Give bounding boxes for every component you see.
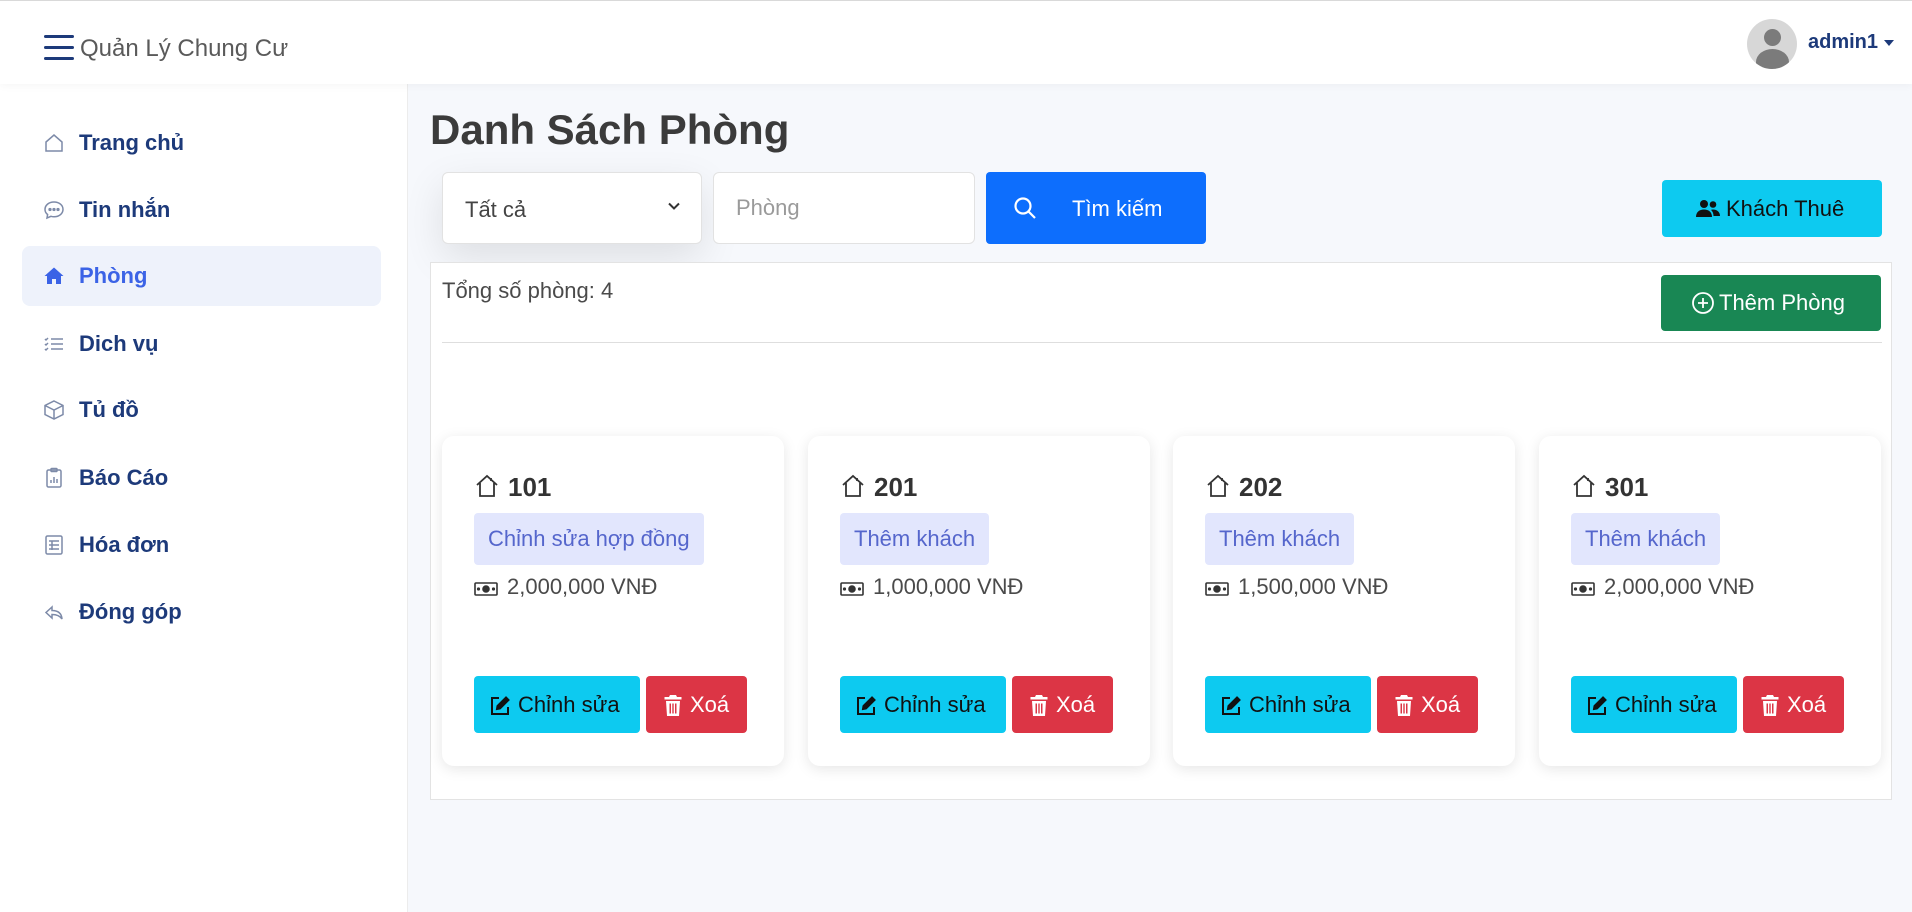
username-label: admin1 — [1808, 31, 1879, 53]
plus-circle-icon — [1692, 292, 1714, 314]
filter-selected-value: Tất cả — [465, 197, 527, 222]
sidebar-item-label: Tủ đồ — [79, 397, 139, 422]
edit-room-button[interactable]: Chỉnh sửa — [840, 676, 1006, 733]
chevron-down-icon — [668, 202, 680, 210]
avatar[interactable] — [1747, 19, 1797, 69]
search-button-label: Tìm kiếm — [1072, 196, 1163, 221]
chat-icon — [44, 201, 64, 220]
edit-icon — [1222, 696, 1241, 715]
sidebar-item-label: Đóng góp — [79, 599, 182, 624]
edit-icon — [857, 696, 876, 715]
room-number: 301 — [1605, 472, 1649, 502]
room-number: 202 — [1239, 472, 1283, 502]
tenants-button-label: Khách Thuê — [1726, 196, 1845, 221]
trash-icon — [1395, 695, 1413, 716]
cash-icon — [840, 582, 864, 596]
sidebar-item-services[interactable]: Dich vụ — [22, 314, 381, 374]
cash-icon — [1571, 582, 1595, 596]
room-number: 201 — [874, 472, 918, 502]
room-price: 1,000,000 VNĐ — [873, 574, 1024, 599]
home-icon — [1573, 474, 1595, 497]
caret-down-icon — [1884, 39, 1895, 46]
edit-button-label: Chỉnh sửa — [1249, 692, 1351, 717]
trash-icon — [664, 695, 682, 716]
delete-room-button[interactable]: Xoá — [1377, 676, 1478, 733]
edit-room-button[interactable]: Chỉnh sửa — [1205, 676, 1371, 733]
home-icon — [842, 474, 864, 497]
add-tenant-link[interactable]: Thêm khách — [1205, 513, 1355, 565]
sidebar-item-messages[interactable]: Tin nhắn — [22, 180, 381, 240]
room-card: 301 Thêm khách 2,000,000 VNĐ Chỉnh sửa X… — [1539, 436, 1881, 766]
sidebar: Trang chủ Tin nhắn Phòng Dich vụ Tủ đồ B… — [0, 84, 408, 912]
trash-icon — [1030, 695, 1048, 716]
delete-room-button[interactable]: Xoá — [1743, 676, 1844, 733]
add-tenant-link[interactable]: Thêm khách — [840, 513, 990, 565]
search-icon — [1014, 197, 1036, 219]
edit-button-label: Chỉnh sửa — [884, 692, 986, 717]
edit-button-label: Chỉnh sửa — [1615, 692, 1717, 717]
delete-button-label: Xoá — [1421, 692, 1461, 717]
home-icon — [476, 474, 498, 497]
invoice-icon — [45, 535, 63, 555]
edit-room-button[interactable]: Chỉnh sửa — [474, 676, 640, 733]
home-icon — [45, 134, 63, 152]
divider — [442, 342, 1882, 343]
delete-button-label: Xoá — [690, 692, 730, 717]
room-number: 101 — [508, 472, 552, 502]
list-icon — [44, 337, 63, 352]
room-price: 1,500,000 VNĐ — [1238, 574, 1389, 599]
tenants-button[interactable]: Khách Thuê — [1662, 180, 1882, 237]
sidebar-item-reports[interactable]: Báo Cáo — [22, 448, 381, 508]
floor-filter-select[interactable]: Tất cả — [442, 172, 702, 244]
sidebar-item-feedback[interactable]: Đóng góp — [22, 582, 381, 642]
reply-icon — [44, 605, 63, 620]
cash-icon — [1205, 582, 1229, 596]
add-room-button[interactable]: Thêm Phòng — [1661, 275, 1881, 331]
cash-icon — [474, 582, 498, 596]
top-navbar: Quản Lý Chung Cư admin1 — [0, 0, 1912, 84]
hamburger-menu-icon[interactable] — [44, 35, 74, 61]
delete-room-button[interactable]: Xoá — [646, 676, 747, 733]
sidebar-item-invoices[interactable]: Hóa đơn — [22, 515, 381, 575]
sidebar-item-home[interactable]: Trang chủ — [22, 113, 381, 173]
sidebar-item-lockers[interactable]: Tủ đồ — [22, 380, 381, 440]
page-title: Danh Sách Phòng — [430, 106, 790, 153]
sidebar-item-label: Hóa đơn — [79, 532, 170, 557]
sidebar-item-label: Trang chủ — [79, 130, 185, 155]
delete-button-label: Xoá — [1056, 692, 1096, 717]
total-rooms-label: Tổng số phòng: 4 — [442, 278, 614, 303]
users-icon — [1696, 200, 1720, 217]
box-icon — [44, 400, 64, 420]
room-card: 201 Thêm khách 1,000,000 VNĐ Chỉnh sửa X… — [808, 436, 1150, 766]
add-tenant-link[interactable]: Thêm khách — [1571, 513, 1721, 565]
edit-button-label: Chỉnh sửa — [518, 692, 620, 717]
delete-button-label: Xoá — [1787, 692, 1827, 717]
sidebar-item-rooms[interactable]: Phòng — [22, 246, 381, 306]
edit-contract-link[interactable]: Chỉnh sửa hợp đồng — [474, 513, 704, 565]
room-card: 101 Chỉnh sửa hợp đồng 2,000,000 VNĐ Chỉ… — [442, 436, 784, 766]
room-price: 2,000,000 VNĐ — [507, 574, 658, 599]
report-icon — [46, 467, 62, 488]
home-icon — [1207, 474, 1229, 497]
app-brand: Quản Lý Chung Cư — [80, 35, 289, 62]
search-button[interactable]: Tìm kiếm — [986, 172, 1206, 244]
sidebar-item-label: Tin nhắn — [79, 197, 171, 222]
room-card: 202 Thêm khách 1,500,000 VNĐ Chỉnh sửa X… — [1173, 436, 1515, 766]
trash-icon — [1761, 695, 1779, 716]
room-search-input[interactable] — [713, 172, 975, 244]
add-room-button-label: Thêm Phòng — [1719, 290, 1845, 315]
edit-icon — [1588, 696, 1607, 715]
edit-room-button[interactable]: Chỉnh sửa — [1571, 676, 1737, 733]
room-price: 2,000,000 VNĐ — [1604, 574, 1755, 599]
sidebar-item-label: Phòng — [79, 263, 148, 288]
house-icon — [44, 267, 64, 284]
user-menu[interactable]: admin1 — [1808, 31, 1895, 54]
sidebar-item-label: Báo Cáo — [79, 465, 169, 490]
delete-room-button[interactable]: Xoá — [1012, 676, 1113, 733]
edit-icon — [491, 696, 510, 715]
sidebar-item-label: Dich vụ — [79, 331, 159, 356]
